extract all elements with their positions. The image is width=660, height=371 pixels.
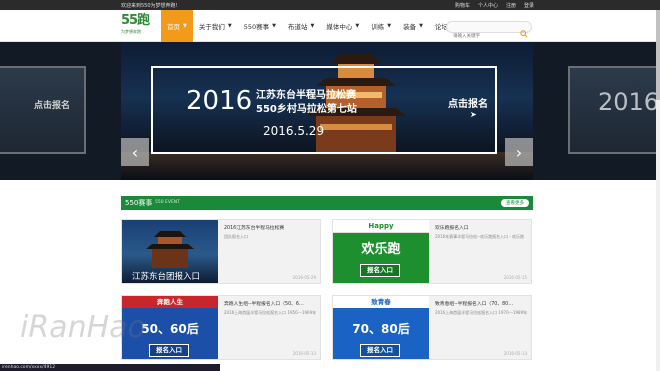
view-more-button[interactable]: 查看更多: [501, 199, 529, 207]
login-link[interactable]: 登录: [524, 2, 534, 9]
nav-item-gear[interactable]: 装备 ▼: [397, 10, 429, 42]
logo-mark: 55跑: [121, 13, 150, 28]
chevron-down-icon: ▼: [355, 23, 360, 29]
carousel-next-button[interactable]: ›: [505, 138, 533, 166]
page-scrollbar[interactable]: [656, 10, 660, 371]
nav-item-media[interactable]: 媒体中心 ▼: [320, 10, 365, 42]
nav-item-training[interactable]: 训练 ▼: [365, 10, 397, 42]
welcome-text: 欢迎来到550为梦想奔跑!: [121, 3, 178, 9]
chevron-down-icon: ▼: [419, 23, 423, 29]
hero-carousel: 点击报名 2016 2016 江苏东台半程马拉松赛 550乡村马拉松第七站 20…: [0, 42, 660, 180]
event-date: 2016-05-13: [292, 351, 316, 356]
user-center-link[interactable]: 个人中心: [478, 2, 498, 9]
status-bar-url: irenhao.com/xxxx/4912: [0, 364, 220, 371]
slide-title-line1: 江苏东台半程马拉松赛: [256, 90, 356, 101]
chevron-down-icon: ▼: [183, 23, 187, 29]
nav-item-stations[interactable]: 布道站 ▼: [282, 10, 320, 42]
thumbnail-signup-button[interactable]: 报名入口: [149, 344, 189, 357]
event-card[interactable]: 江苏东台团报入口 2016江苏东台半程马拉松赛 团队报名入口 2016-05-2…: [121, 219, 321, 284]
nav-item-about[interactable]: 关于我们 ▼: [193, 10, 238, 42]
chevron-right-icon: ›: [515, 142, 523, 162]
chevron-down-icon: ▼: [272, 23, 276, 29]
event-date: 2016-05-15: [503, 275, 527, 280]
chevron-down-icon: ▼: [387, 23, 392, 29]
next-slide-preview[interactable]: 2016: [568, 66, 660, 154]
thumbnail-heading: 70、80后: [352, 322, 410, 336]
next-slide-year: 2016: [598, 88, 660, 116]
chevron-left-icon: ‹: [131, 142, 139, 162]
event-card[interactable]: 致青春 70、80后 报名入口 致青春组--半程报名入口（70、80… 2016…: [332, 295, 532, 360]
top-links: 购物车 个人中心 注册 登录: [455, 2, 534, 9]
prev-slide-signup: 点击报名: [34, 101, 71, 111]
slide-signup-button[interactable]: 点击报名: [448, 95, 488, 110]
register-link[interactable]: 注册: [506, 2, 516, 9]
thumbnail-caption: 江苏东台团报入口: [132, 272, 201, 282]
chevron-down-icon: ▼: [310, 23, 315, 29]
event-thumbnail: 江苏东台团报入口: [122, 220, 218, 283]
thumbnail-signup-button[interactable]: 报名入口: [360, 264, 400, 277]
nav-item-home[interactable]: 首页 ▼: [161, 10, 193, 42]
event-desc: 2016上海首届半程马拉松报名入口 1970---1989年: [435, 310, 528, 315]
logo[interactable]: 55跑 为梦想奔跑: [121, 14, 157, 39]
nav-menu: 首页 ▼ 关于我们 ▼ 550赛事 ▼ 布道站 ▼ 媒体中心 ▼ 训练 ▼ 装备 ▼ 论坛: [161, 10, 454, 42]
logo-slogan: 为梦想奔跑: [121, 29, 141, 34]
event-card[interactable]: 奔跑人生 50、60后 报名入口 奔跑人生组--半程报名入口（50、6… 201…: [121, 295, 321, 360]
slide-date: 2016.5.29: [263, 124, 325, 138]
search-box: [446, 21, 532, 42]
section-title: 550赛事: [125, 199, 153, 207]
thumbnail-top: Happy: [333, 220, 429, 233]
search-input[interactable]: [447, 31, 517, 42]
chevron-down-icon: ▼: [227, 23, 232, 29]
page: 欢迎来到550为梦想奔跑! 购物车 个人中心 注册 登录 55跑 为梦想奔跑 首…: [0, 0, 660, 371]
water-reflection: [121, 152, 533, 180]
section-subtitle: 550 EVENT: [155, 200, 180, 205]
main-nav: 55跑 为梦想奔跑 首页 ▼ 关于我们 ▼ 550赛事 ▼ 布道站 ▼ 媒体中心 ▼ 训练…: [0, 10, 660, 42]
event-info: 致青春组--半程报名入口（70、80… 2016上海首届半程马拉松报名入口 19…: [435, 300, 529, 315]
event-title: 欢乐跑报名入口: [435, 226, 469, 231]
mouse-cursor-icon: ➤: [470, 110, 477, 119]
thumbnail-heading: 欢乐跑: [361, 242, 401, 257]
event-info: 2016江苏东台半程马拉松赛 团队报名入口: [224, 224, 318, 239]
prev-slide-preview[interactable]: 点击报名: [0, 66, 86, 154]
thumbnail-top: 致青春: [333, 296, 429, 308]
event-info: 欢乐跑报名入口 2016年赛事半程马拉松--欢乐跑报名入口 - 欢乐跑: [435, 224, 529, 239]
event-card[interactable]: Happy 欢乐跑 报名入口 欢乐跑报名入口 2016年赛事半程马拉松--欢乐跑…: [332, 219, 532, 284]
events-section-header: 550赛事 550 EVENT 查看更多: [121, 196, 533, 210]
event-title: 2016江苏东台半程马拉松赛: [224, 226, 285, 231]
top-bar: 欢迎来到550为梦想奔跑! 购物车 个人中心 注册 登录: [0, 0, 660, 10]
event-desc: 团队报名入口: [224, 234, 248, 239]
cart-link[interactable]: 购物车: [455, 2, 470, 9]
event-date: 2016-05-13: [503, 351, 527, 356]
slide-title-line2: 550乡村马拉松第七站: [256, 104, 357, 115]
thumbnail-top: 奔跑人生: [122, 296, 218, 308]
nav-item-events[interactable]: 550赛事 ▼: [238, 10, 282, 42]
event-desc: 2016年赛事半程马拉松--欢乐跑报名入口 - 欢乐跑: [435, 234, 525, 239]
watermark: iRanHao: [20, 310, 146, 345]
search-icon[interactable]: [520, 23, 528, 42]
event-title: 致青春组--半程报名入口（70、80…: [435, 302, 514, 307]
scrollbar-thumb[interactable]: [656, 10, 660, 100]
event-thumbnail: 致青春 70、80后 报名入口: [333, 296, 429, 359]
event-desc: 2016上海首届半程马拉松报名入口 1950---1969年: [224, 310, 317, 315]
event-info: 奔跑人生组--半程报名入口（50、6… 2016上海首届半程马拉松报名入口 19…: [224, 300, 318, 315]
carousel-prev-button[interactable]: ‹: [121, 138, 149, 166]
event-title: 奔跑人生组--半程报名入口（50、6…: [224, 302, 304, 307]
event-date: 2016-05-29: [292, 275, 316, 280]
event-thumbnail: Happy 欢乐跑 报名入口: [333, 220, 429, 283]
current-slide[interactable]: 2016 江苏东台半程马拉松赛 550乡村马拉松第七站 2016.5.29 点击…: [121, 42, 533, 180]
thumbnail-signup-button[interactable]: 报名入口: [360, 344, 400, 357]
slide-year: 2016: [186, 86, 253, 116]
